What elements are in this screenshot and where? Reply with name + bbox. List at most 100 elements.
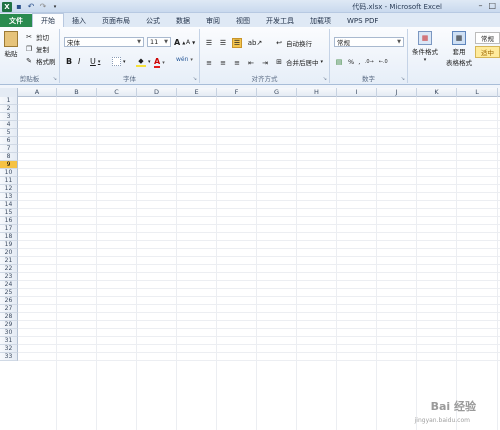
bold-button[interactable]: B: [66, 57, 72, 66]
row-header-29[interactable]: 29: [0, 321, 18, 329]
align-middle-icon[interactable]: ☰: [218, 38, 228, 48]
row-header-15[interactable]: 15: [0, 209, 18, 217]
format-as-table-button[interactable]: ▦ 套用 表格格式: [446, 31, 472, 67]
column-header-l[interactable]: L: [457, 88, 498, 97]
column-header-a[interactable]: A: [18, 88, 57, 97]
column-header-k[interactable]: K: [417, 88, 457, 97]
shrink-font-button[interactable]: A ▼: [186, 39, 195, 46]
tab-home[interactable]: 开始: [32, 13, 64, 27]
column-header-e[interactable]: E: [177, 88, 217, 97]
row-header-2[interactable]: 2: [0, 105, 18, 113]
dialog-launcher-icon[interactable]: ↘: [401, 76, 405, 82]
row-header-27[interactable]: 27: [0, 305, 18, 313]
currency-icon[interactable]: ▤: [334, 57, 344, 67]
row-header-8[interactable]: 8: [0, 153, 18, 161]
select-all-corner[interactable]: [0, 88, 18, 97]
row-header-33[interactable]: 33: [0, 353, 18, 361]
font-size-combo[interactable]: 11 ▼: [147, 37, 171, 47]
comma-button[interactable]: ,: [358, 58, 360, 66]
column-header-g[interactable]: G: [257, 88, 297, 97]
row-header-7[interactable]: 7: [0, 145, 18, 153]
dialog-launcher-icon[interactable]: ↘: [53, 76, 57, 82]
paste-button[interactable]: 粘贴: [4, 31, 18, 58]
tab-addins[interactable]: 加载项: [302, 14, 339, 27]
tab-file[interactable]: 文件: [0, 14, 32, 27]
dialog-launcher-icon[interactable]: ↘: [193, 76, 197, 82]
column-header-h[interactable]: H: [297, 88, 337, 97]
row-header-4[interactable]: 4: [0, 121, 18, 129]
tab-data[interactable]: 数据: [168, 14, 198, 27]
phonetic-button[interactable]: wén ▾: [176, 56, 193, 63]
dialog-launcher-icon[interactable]: ↘: [323, 76, 327, 82]
font-color-button[interactable]: A ▾: [154, 57, 165, 68]
maximize-icon[interactable]: □: [488, 1, 496, 10]
conditional-format-button[interactable]: ▦ 条件格式 ▾: [412, 31, 438, 63]
row-header-17[interactable]: 17: [0, 225, 18, 233]
number-format-combo[interactable]: 常规 ▼: [334, 37, 404, 47]
align-top-icon[interactable]: ☰: [204, 38, 214, 48]
row-header-25[interactable]: 25: [0, 289, 18, 297]
percent-button[interactable]: %: [348, 58, 354, 66]
tab-formulas[interactable]: 公式: [138, 14, 168, 27]
style-neutral[interactable]: 适中: [475, 46, 500, 58]
align-right-icon[interactable]: ≡: [232, 58, 242, 68]
align-left-icon[interactable]: ≡: [204, 58, 214, 68]
align-bottom-icon[interactable]: ☰: [232, 38, 242, 48]
increase-decimal-icon[interactable]: .0→: [364, 57, 374, 67]
row-header-24[interactable]: 24: [0, 281, 18, 289]
fill-color-button[interactable]: ◆ ▾: [136, 57, 151, 67]
column-header-j[interactable]: J: [377, 88, 417, 97]
grow-font-button[interactable]: A ▲: [174, 38, 185, 47]
column-header-i[interactable]: I: [337, 88, 377, 97]
wrap-text-button[interactable]: ↩ 自动换行: [274, 38, 312, 48]
font-name-combo[interactable]: 宋体 ▼: [64, 37, 144, 47]
tab-wps-pdf[interactable]: WPS PDF: [339, 14, 386, 27]
row-header-12[interactable]: 12: [0, 185, 18, 193]
row-header-31[interactable]: 31: [0, 337, 18, 345]
underline-button[interactable]: U ▾: [90, 57, 100, 66]
grid-row-line: [18, 224, 500, 225]
decrease-decimal-icon[interactable]: ←.0: [378, 57, 388, 67]
row-header-28[interactable]: 28: [0, 313, 18, 321]
row-header-21[interactable]: 21: [0, 257, 18, 265]
column-header-d[interactable]: D: [137, 88, 177, 97]
tab-page-layout[interactable]: 页面布局: [94, 14, 138, 27]
row-header-13[interactable]: 13: [0, 193, 18, 201]
tab-view[interactable]: 视图: [228, 14, 258, 27]
tab-review[interactable]: 审阅: [198, 14, 228, 27]
italic-button[interactable]: I: [78, 57, 80, 66]
column-header-c[interactable]: C: [97, 88, 137, 97]
column-header-b[interactable]: B: [57, 88, 97, 97]
row-header-11[interactable]: 11: [0, 177, 18, 185]
copy-button[interactable]: ❐ 复制: [24, 44, 49, 54]
row-header-20[interactable]: 20: [0, 249, 18, 257]
style-normal[interactable]: 常规: [475, 32, 500, 44]
row-header-10[interactable]: 10: [0, 169, 18, 177]
row-header-22[interactable]: 22: [0, 265, 18, 273]
row-header-23[interactable]: 23: [0, 273, 18, 281]
row-header-19[interactable]: 19: [0, 241, 18, 249]
row-header-32[interactable]: 32: [0, 345, 18, 353]
row-header-30[interactable]: 30: [0, 329, 18, 337]
borders-button[interactable]: ▾: [112, 57, 126, 66]
format-painter-button[interactable]: ✎ 格式刷: [24, 56, 55, 66]
row-header-16[interactable]: 16: [0, 217, 18, 225]
row-header-18[interactable]: 18: [0, 233, 18, 241]
merge-center-button[interactable]: ⊞ 合并后居中 ▾: [274, 57, 323, 67]
tab-developer[interactable]: 开发工具: [258, 14, 302, 27]
row-header-14[interactable]: 14: [0, 201, 18, 209]
cut-button[interactable]: ✂ 剪切: [24, 32, 49, 42]
row-header-3[interactable]: 3: [0, 113, 18, 121]
tab-insert[interactable]: 插入: [64, 14, 94, 27]
column-header-f[interactable]: F: [217, 88, 257, 97]
decrease-indent-icon[interactable]: ⇤: [246, 58, 256, 68]
row-header-26[interactable]: 26: [0, 297, 18, 305]
row-header-1[interactable]: 1: [0, 97, 18, 105]
orientation-icon[interactable]: ab↗: [248, 38, 263, 48]
align-center-icon[interactable]: ≡: [218, 58, 228, 68]
row-header-5[interactable]: 5: [0, 129, 18, 137]
row-header-6[interactable]: 6: [0, 137, 18, 145]
increase-indent-icon[interactable]: ⇥: [260, 58, 270, 68]
row-header-9[interactable]: 9: [0, 161, 18, 169]
minimize-icon[interactable]: –: [478, 1, 482, 10]
